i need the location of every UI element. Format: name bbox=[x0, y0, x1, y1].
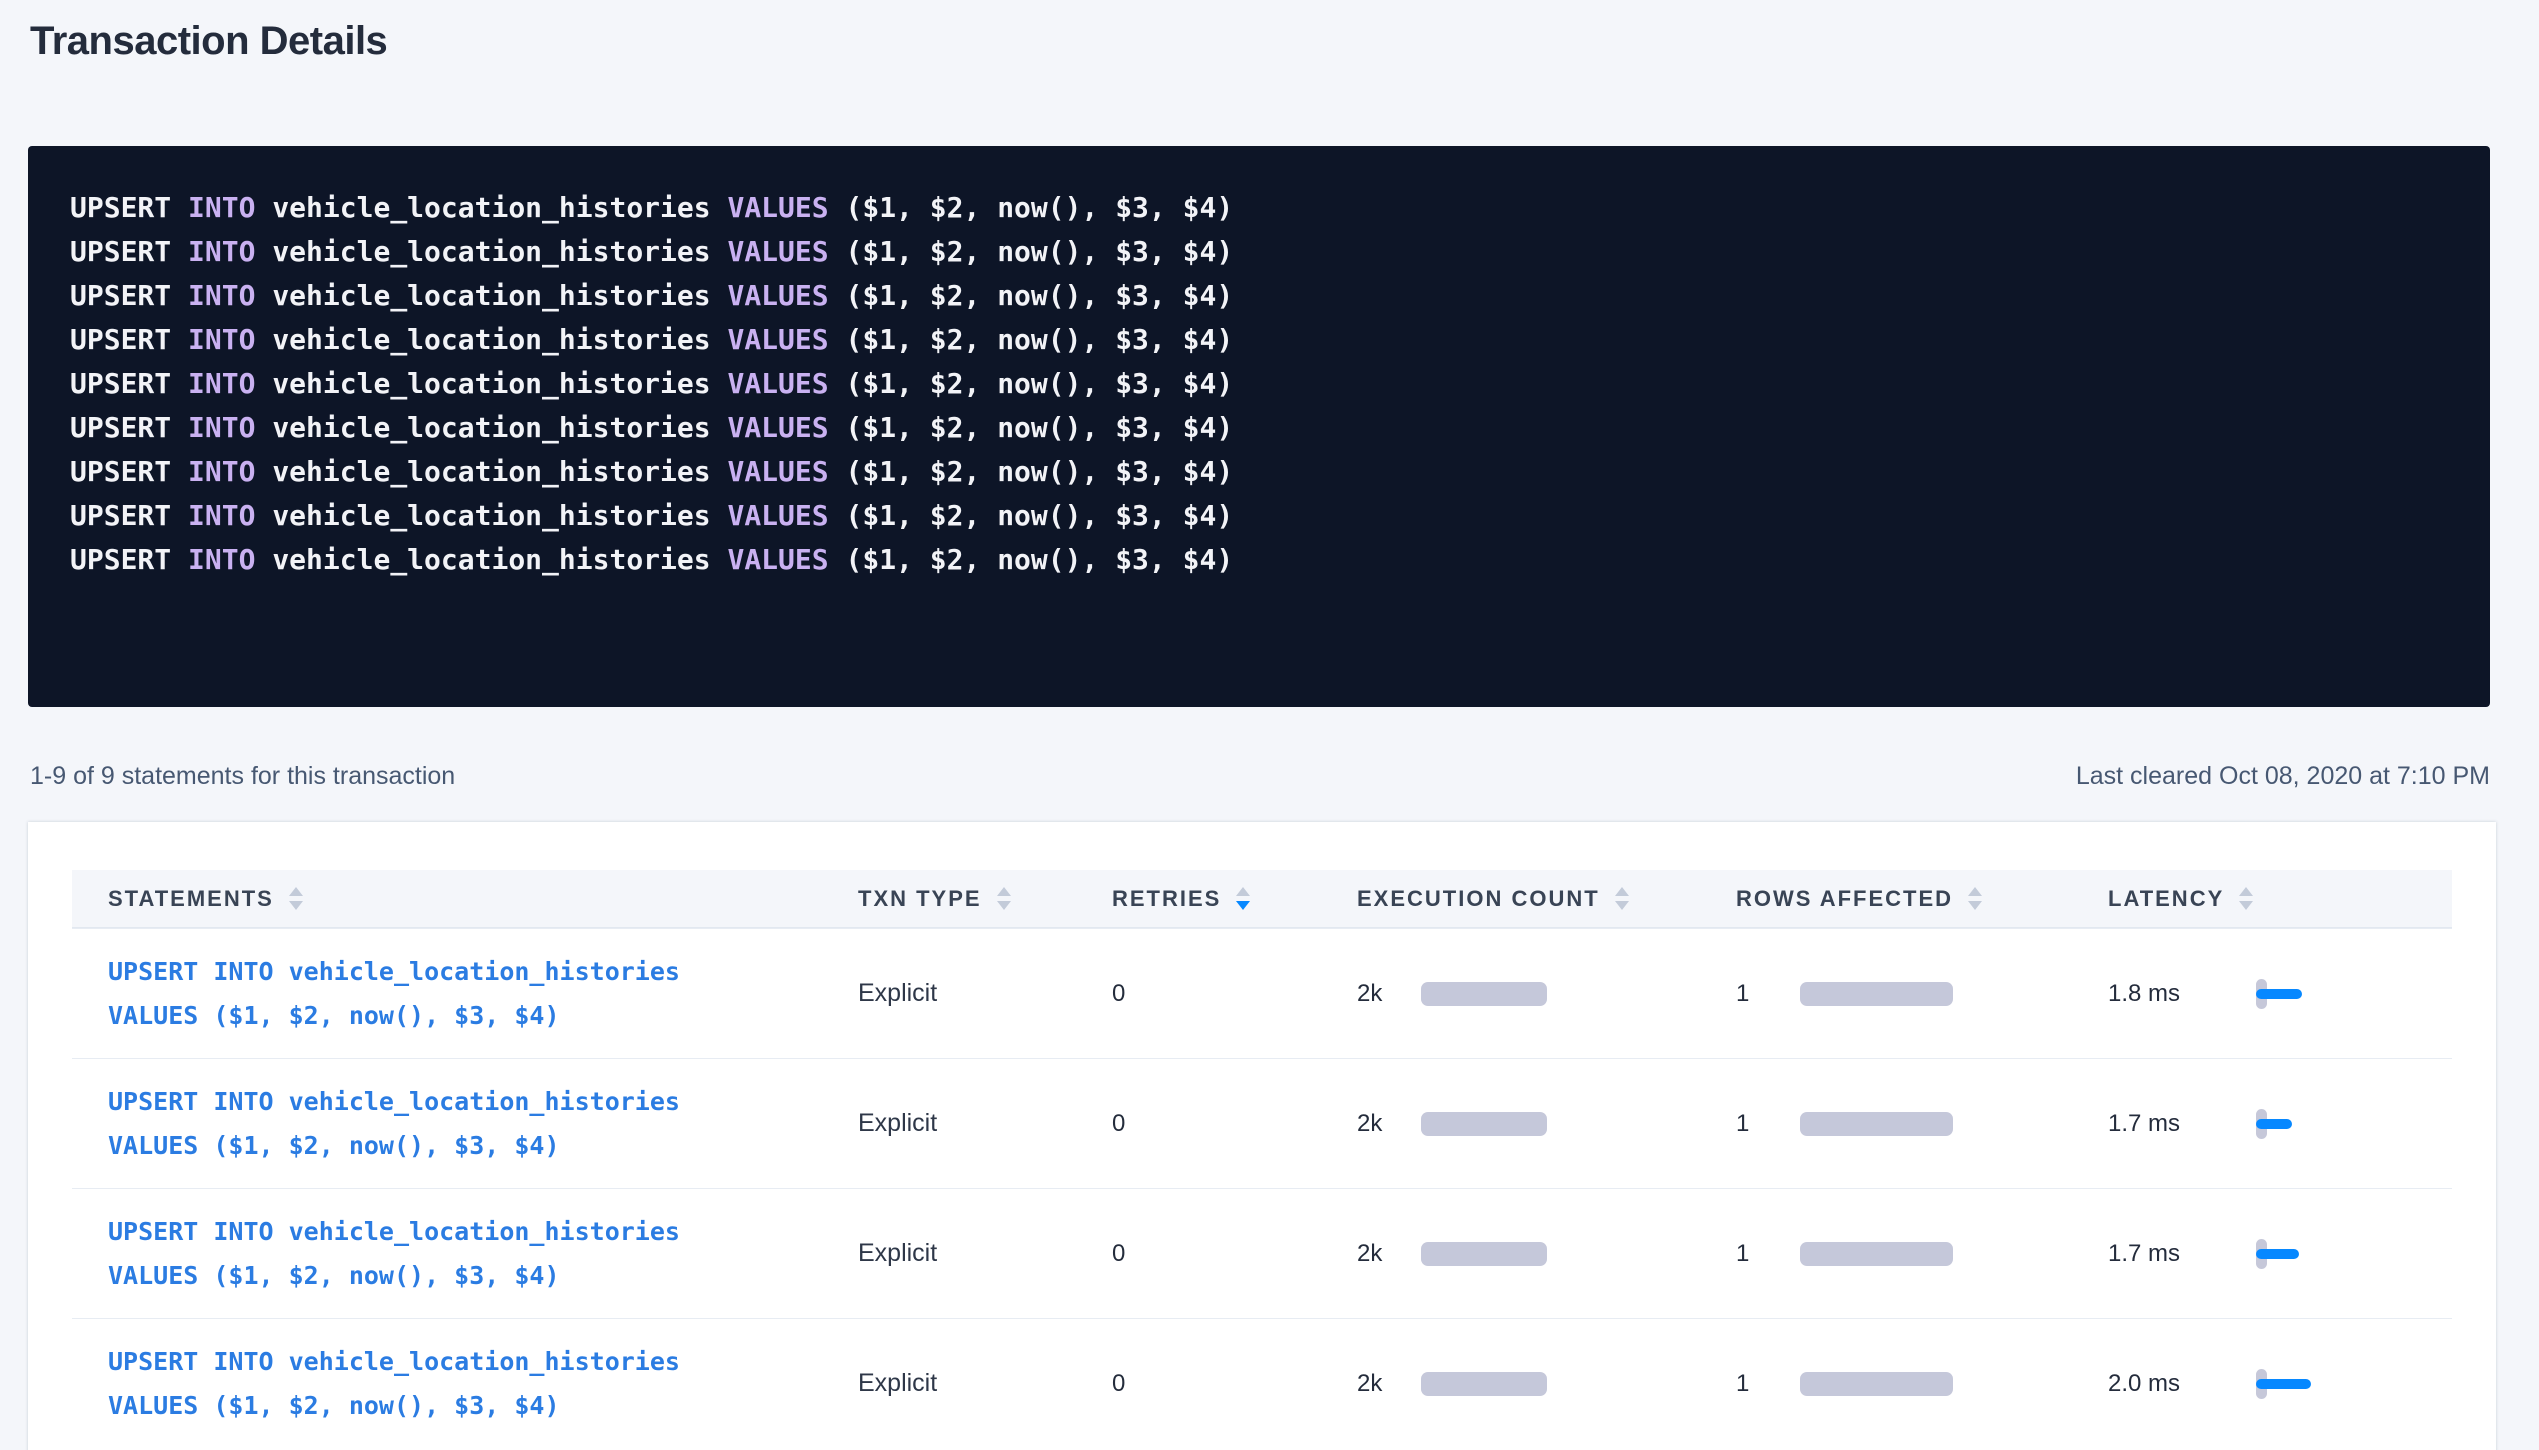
column-header-execution-count[interactable]: EXECUTION COUNT bbox=[1357, 886, 1736, 912]
rows-affected-value: 1 bbox=[1736, 1240, 1800, 1268]
sort-icons[interactable] bbox=[997, 887, 1011, 910]
page-title: Transaction Details bbox=[30, 16, 2539, 66]
table-row: UPSERT INTO vehicle_location_histories V… bbox=[72, 928, 2452, 1058]
column-header-rows-affected[interactable]: ROWS AFFECTED bbox=[1736, 886, 2108, 912]
statement-link[interactable]: UPSERT INTO vehicle_location_histories V… bbox=[108, 1210, 680, 1298]
latency-bar bbox=[2256, 989, 2302, 999]
table-row: UPSERT INTO vehicle_location_histories V… bbox=[72, 1058, 2452, 1188]
rows-affected-value: 1 bbox=[1736, 1370, 1800, 1398]
latency-bar-chart bbox=[2256, 978, 2386, 1010]
execution-count-value: 2k bbox=[1357, 1240, 1421, 1268]
sort-icons[interactable] bbox=[289, 887, 303, 910]
sort-desc-icon[interactable] bbox=[997, 901, 1011, 910]
sort-desc-icon[interactable] bbox=[1968, 901, 1982, 910]
column-header-latency[interactable]: LATENCY bbox=[2108, 886, 2451, 912]
txn-type-value: Explicit bbox=[858, 1239, 937, 1268]
sort-asc-icon[interactable] bbox=[289, 887, 303, 896]
execution-count-bar bbox=[1421, 1372, 1547, 1396]
latency-bar bbox=[2256, 1249, 2299, 1259]
table-row: UPSERT INTO vehicle_location_histories V… bbox=[72, 1188, 2452, 1318]
latency-value: 1.7 ms bbox=[2108, 1240, 2248, 1268]
retries-value: 0 bbox=[1112, 1240, 1176, 1268]
sql-line: UPSERT INTO vehicle_location_histories V… bbox=[70, 274, 2450, 318]
execution-count-bar bbox=[1421, 982, 1547, 1006]
column-header-txn-type[interactable]: TXN TYPE bbox=[858, 886, 1112, 912]
column-label: STATEMENTS bbox=[108, 886, 274, 912]
statement-count-text: 1-9 of 9 statements for this transaction bbox=[30, 759, 455, 793]
rows-affected-bar bbox=[1800, 982, 1953, 1006]
column-header-statements[interactable]: STATEMENTS bbox=[72, 886, 858, 912]
execution-count-value: 2k bbox=[1357, 980, 1421, 1008]
sql-line: UPSERT INTO vehicle_location_histories V… bbox=[70, 450, 2450, 494]
transaction-sql-box: UPSERT INTO vehicle_location_histories V… bbox=[28, 146, 2490, 707]
sql-line: UPSERT INTO vehicle_location_histories V… bbox=[70, 362, 2450, 406]
sort-icons[interactable] bbox=[2239, 887, 2253, 910]
sort-icons[interactable] bbox=[1968, 887, 1982, 910]
statement-link[interactable]: UPSERT INTO vehicle_location_histories V… bbox=[108, 950, 680, 1038]
sql-line: UPSERT INTO vehicle_location_histories V… bbox=[70, 406, 2450, 450]
latency-bar bbox=[2256, 1119, 2292, 1129]
retries-value: 0 bbox=[1112, 980, 1176, 1008]
sort-desc-icon[interactable] bbox=[2239, 901, 2253, 910]
sql-line: UPSERT INTO vehicle_location_histories V… bbox=[70, 494, 2450, 538]
table-header: STATEMENTS TXN TYPE RETRIES EXECUTION CO… bbox=[72, 870, 2452, 928]
latency-value: 2.0 ms bbox=[2108, 1370, 2248, 1398]
sort-desc-icon[interactable] bbox=[1236, 901, 1250, 910]
retries-value: 0 bbox=[1112, 1370, 1176, 1398]
column-label: EXECUTION COUNT bbox=[1357, 886, 1600, 912]
txn-type-value: Explicit bbox=[858, 979, 937, 1008]
statement-link[interactable]: UPSERT INTO vehicle_location_histories V… bbox=[108, 1340, 680, 1428]
sort-desc-icon[interactable] bbox=[1615, 901, 1629, 910]
summary-bar: 1-9 of 9 statements for this transaction… bbox=[30, 759, 2490, 793]
latency-value: 1.7 ms bbox=[2108, 1110, 2248, 1138]
latency-bar bbox=[2256, 1379, 2311, 1389]
statements-table-card: STATEMENTS TXN TYPE RETRIES EXECUTION CO… bbox=[28, 822, 2496, 1450]
last-cleared-text: Last cleared Oct 08, 2020 at 7:10 PM bbox=[2076, 759, 2490, 793]
latency-value: 1.8 ms bbox=[2108, 980, 2248, 1008]
column-label: ROWS AFFECTED bbox=[1736, 886, 1953, 912]
sort-asc-icon[interactable] bbox=[1615, 887, 1629, 896]
rows-affected-bar bbox=[1800, 1372, 1953, 1396]
sort-desc-icon[interactable] bbox=[289, 901, 303, 910]
rows-affected-value: 1 bbox=[1736, 980, 1800, 1008]
table-row: UPSERT INTO vehicle_location_histories V… bbox=[72, 1318, 2452, 1448]
sort-asc-icon[interactable] bbox=[2239, 887, 2253, 896]
sql-line: UPSERT INTO vehicle_location_histories V… bbox=[70, 230, 2450, 274]
rows-affected-value: 1 bbox=[1736, 1110, 1800, 1138]
column-label: LATENCY bbox=[2108, 886, 2224, 912]
execution-count-value: 2k bbox=[1357, 1110, 1421, 1138]
sort-icons[interactable] bbox=[1236, 887, 1250, 910]
rows-affected-bar bbox=[1800, 1242, 1953, 1266]
txn-type-value: Explicit bbox=[858, 1109, 937, 1138]
sort-asc-icon[interactable] bbox=[997, 887, 1011, 896]
sort-asc-icon[interactable] bbox=[1968, 887, 1982, 896]
column-label: TXN TYPE bbox=[858, 886, 982, 912]
retries-value: 0 bbox=[1112, 1110, 1176, 1138]
latency-bar-chart bbox=[2256, 1238, 2386, 1270]
execution-count-bar bbox=[1421, 1112, 1547, 1136]
sort-asc-icon[interactable] bbox=[1236, 887, 1250, 896]
latency-bar-chart bbox=[2256, 1108, 2386, 1140]
rows-affected-bar bbox=[1800, 1112, 1953, 1136]
txn-type-value: Explicit bbox=[858, 1369, 937, 1398]
execution-count-value: 2k bbox=[1357, 1370, 1421, 1398]
column-label: RETRIES bbox=[1112, 886, 1221, 912]
sort-icons[interactable] bbox=[1615, 887, 1629, 910]
execution-count-bar bbox=[1421, 1242, 1547, 1266]
sql-code-lines: UPSERT INTO vehicle_location_histories V… bbox=[70, 186, 2450, 582]
sql-line: UPSERT INTO vehicle_location_histories V… bbox=[70, 538, 2450, 582]
column-header-retries[interactable]: RETRIES bbox=[1112, 886, 1357, 912]
statement-link[interactable]: UPSERT INTO vehicle_location_histories V… bbox=[108, 1080, 680, 1168]
sql-line: UPSERT INTO vehicle_location_histories V… bbox=[70, 186, 2450, 230]
sql-line: UPSERT INTO vehicle_location_histories V… bbox=[70, 318, 2450, 362]
latency-bar-chart bbox=[2256, 1368, 2386, 1400]
